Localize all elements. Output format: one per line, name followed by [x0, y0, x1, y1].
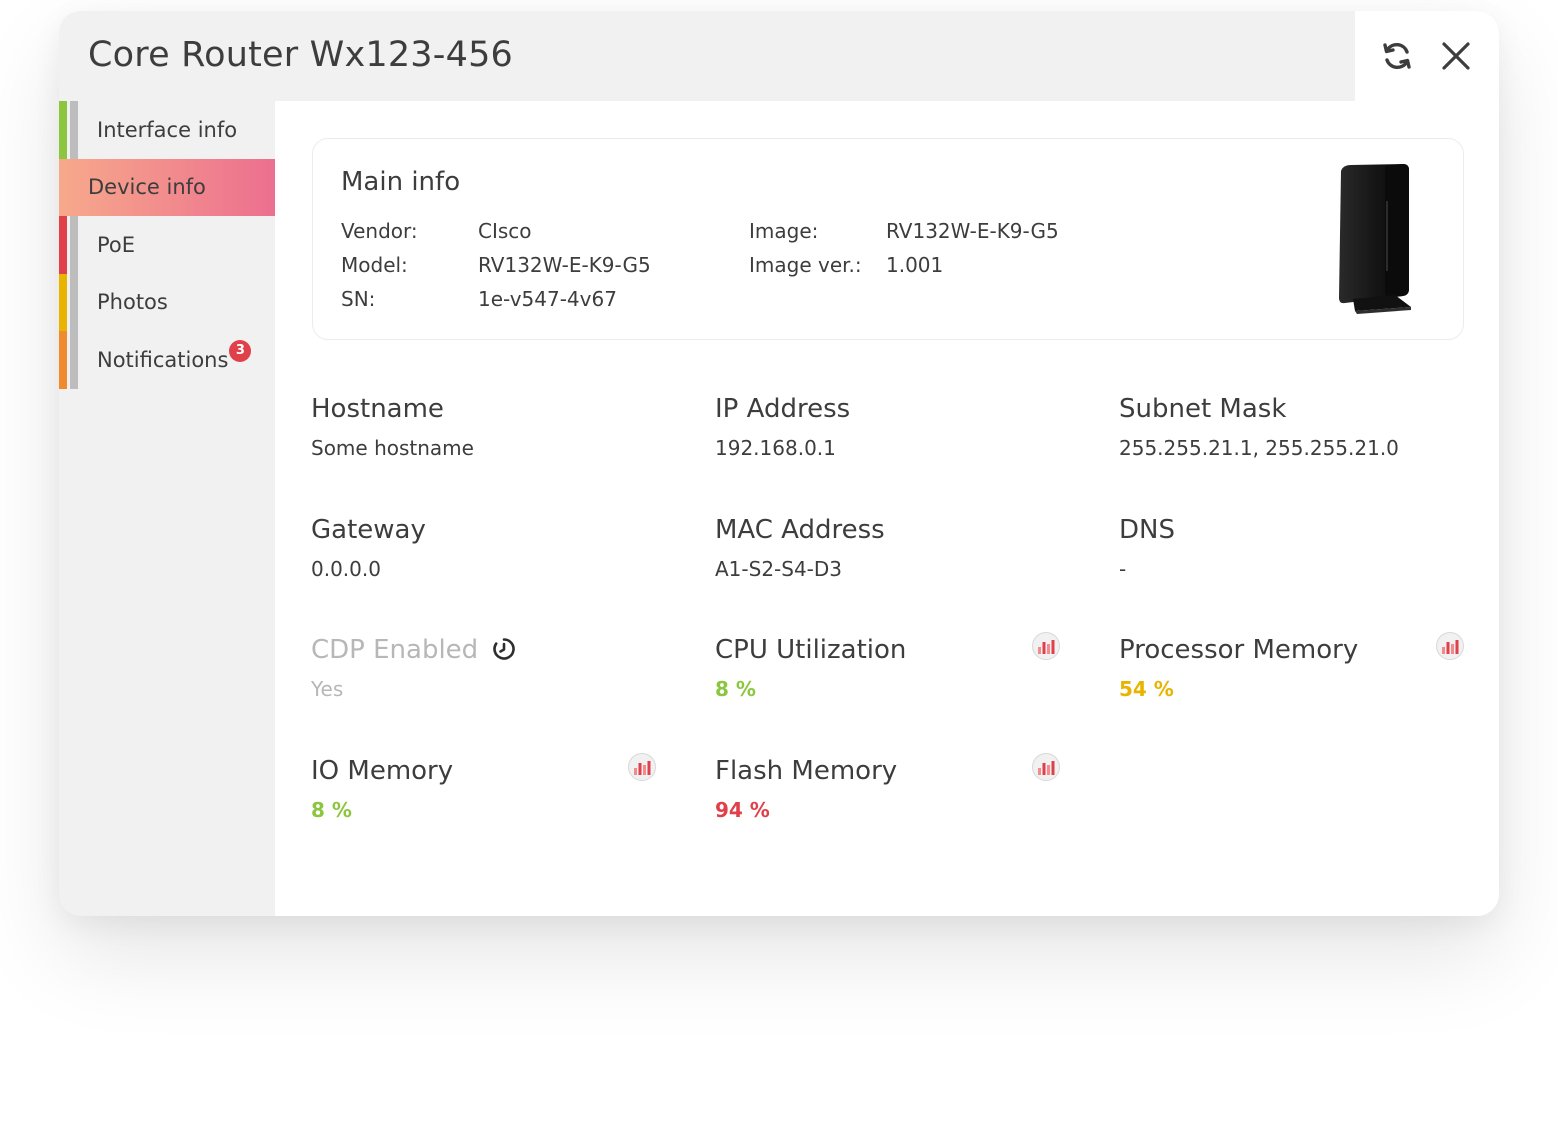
sidebar-nav: Interface info Device info PoE Photos No…	[59, 101, 275, 389]
refresh-button[interactable]	[1377, 36, 1417, 76]
router-device-image	[1339, 164, 1411, 314]
cdp-enabled-label: CDP Enabled	[311, 635, 479, 665]
cpu-chart-icon[interactable]	[1031, 631, 1061, 661]
sn-value: 1e-v547-4v67	[478, 287, 617, 311]
main-info-card: Main info Vendor: CIsco Model: RV132W-E-…	[312, 138, 1464, 340]
dns-field: DNS -	[1119, 515, 1479, 581]
nav-bar-divider	[70, 273, 78, 331]
model-label: Model:	[341, 253, 408, 277]
mac-address-value: A1-S2-S4-D3	[715, 557, 843, 581]
sidebar-item-label: Photos	[97, 290, 168, 315]
notifications-color-bar	[59, 331, 67, 389]
cpu-utilization-value: 8 %	[715, 677, 756, 701]
io-memory-chart-icon[interactable]	[627, 752, 657, 782]
subnet-mask-field: Subnet Mask 255.255.21.1, 255.255.21.0	[1119, 394, 1479, 460]
close-icon	[1442, 42, 1470, 70]
ip-address-field: IP Address 192.168.0.1	[715, 394, 1075, 460]
sidebar-item-poe[interactable]: PoE	[59, 216, 275, 274]
flash-memory-value: 94 %	[715, 798, 770, 822]
cpu-utilization-field: CPU Utilization 8 %	[715, 632, 1075, 701]
interface-info-color-bar	[59, 101, 67, 159]
sidebar-item-interface-info[interactable]: Interface info	[59, 101, 275, 159]
sidebar-item-label-wrap: Notifications 3	[97, 339, 252, 372]
gateway-value: 0.0.0.0	[311, 557, 381, 581]
subnet-mask-value: 255.255.21.1, 255.255.21.0	[1119, 436, 1399, 460]
flash-memory-chart-icon[interactable]	[1031, 752, 1061, 782]
main-info-title: Main info	[341, 167, 461, 197]
vendor-label: Vendor:	[341, 219, 418, 243]
subnet-mask-label: Subnet Mask	[1119, 394, 1287, 424]
cdp-enabled-label-row: CDP Enabled	[311, 635, 671, 665]
image-version-label: Image ver.:	[749, 253, 862, 277]
close-button[interactable]	[1436, 36, 1476, 76]
image-value: RV132W-E-K9-G5	[886, 219, 1059, 243]
nav-bar-divider	[70, 331, 78, 389]
sidebar-item-label: Interface info	[97, 117, 238, 142]
title-bar: Core Router Wx123-456	[59, 11, 1499, 101]
sidebar-item-label: Notifications	[97, 347, 229, 372]
nav-bar-divider	[70, 101, 78, 159]
processor-memory-value: 54 %	[1119, 677, 1174, 701]
ip-address-value: 192.168.0.1	[715, 436, 836, 460]
notification-count-badge: 3	[229, 339, 252, 362]
sidebar-item-device-info[interactable]: Device info	[59, 158, 275, 216]
window-title: Core Router Wx123-456	[88, 35, 514, 75]
flash-memory-field: Flash Memory 94 %	[715, 753, 1075, 822]
processor-memory-label: Processor Memory	[1119, 635, 1359, 665]
io-memory-label: IO Memory	[311, 756, 454, 786]
gateway-field: Gateway 0.0.0.0	[311, 515, 671, 581]
processor-memory-chart-icon[interactable]	[1435, 631, 1465, 661]
image-label: Image:	[749, 219, 819, 243]
cpu-utilization-label: CPU Utilization	[715, 635, 907, 665]
dns-label: DNS	[1119, 515, 1175, 545]
refresh-icon	[1383, 42, 1411, 70]
sn-label: SN:	[341, 287, 376, 311]
device-window: Core Router Wx123-456 Interface info Dev…	[59, 11, 1499, 916]
cdp-enabled-field: CDP Enabled Yes	[311, 635, 671, 701]
sidebar-item-notifications[interactable]: Notifications 3	[59, 331, 275, 389]
flash-memory-label: Flash Memory	[715, 756, 898, 786]
hostname-label: Hostname	[311, 394, 444, 424]
io-memory-field: IO Memory 8 %	[311, 753, 671, 822]
io-memory-value: 8 %	[311, 798, 352, 822]
image-version-value: 1.001	[886, 253, 944, 277]
gateway-label: Gateway	[311, 515, 426, 545]
sidebar-item-label: Device info	[88, 175, 206, 200]
poe-color-bar	[59, 216, 67, 274]
history-clock-icon[interactable]	[492, 637, 516, 661]
mac-address-field: MAC Address A1-S2-S4-D3	[715, 515, 1075, 581]
hostname-field: Hostname Some hostname	[311, 394, 671, 460]
nav-bar-divider	[70, 216, 78, 274]
model-value: RV132W-E-K9-G5	[478, 253, 651, 277]
dns-value: -	[1119, 557, 1127, 581]
vendor-value: CIsco	[478, 219, 532, 243]
hostname-value: Some hostname	[311, 436, 474, 460]
ip-address-label: IP Address	[715, 394, 851, 424]
mac-address-label: MAC Address	[715, 515, 885, 545]
sidebar-item-photos[interactable]: Photos	[59, 273, 275, 331]
photos-color-bar	[59, 273, 67, 331]
cdp-enabled-value: Yes	[311, 677, 344, 701]
sidebar-item-label: PoE	[97, 232, 136, 257]
processor-memory-field: Processor Memory 54 %	[1119, 632, 1479, 701]
